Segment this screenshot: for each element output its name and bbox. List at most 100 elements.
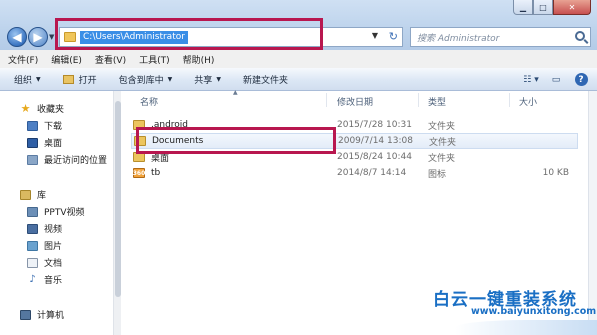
- navigation-scrollbar[interactable]: [113, 91, 121, 335]
- file-size: 10 KB: [542, 168, 569, 178]
- column-name-header[interactable]: 名称: [140, 95, 158, 108]
- refresh-icon[interactable]: ↻: [389, 30, 398, 43]
- file-row-documents[interactable]: Documents 2009/7/14 13:08 文件夹: [131, 133, 578, 149]
- column-separator[interactable]: [418, 93, 419, 107]
- organize-label: 组织: [14, 75, 33, 86]
- new-folder-label: 新建文件夹: [242, 75, 288, 86]
- nav-desktop[interactable]: 桌面: [27, 136, 62, 149]
- recent-places-icon: [27, 154, 38, 165]
- watermark-url: www.baiyunxitong.com: [471, 306, 597, 317]
- nav-videos[interactable]: 视频: [27, 222, 62, 235]
- column-size-header[interactable]: 大小: [519, 95, 537, 108]
- command-bar: 组织 ▼ 打开 包含到库中 ▼ 共享 ▼ 新建文件夹 ☷ ▾ ▭ ?: [0, 68, 597, 91]
- menu-view[interactable]: 查看(V): [95, 53, 126, 66]
- search-placeholder[interactable]: 搜索 Administrator: [417, 31, 499, 44]
- computer-icon: [20, 309, 31, 320]
- column-separator[interactable]: [326, 93, 327, 107]
- nav-pptv[interactable]: PPTV视频: [27, 205, 85, 218]
- nav-label: 文档: [44, 259, 63, 269]
- search-box[interactable]: 搜索 Administrator: [410, 27, 591, 47]
- nav-music[interactable]: ♪ 音乐: [27, 273, 62, 286]
- organize-button[interactable]: 组织 ▼: [14, 73, 41, 86]
- file-type: 文件夹: [428, 153, 456, 164]
- title-bar: ▁ □ ✕ ◀ ▶ ▼ C:\Users\Administrator ▼ ↻ 搜…: [0, 0, 597, 50]
- icon-file-icon: 360: [132, 168, 146, 178]
- forward-arrow-icon: ▶: [33, 30, 43, 44]
- file-row[interactable]: 桌面 2015/8/24 10:44 文件夹: [131, 149, 578, 165]
- menu-edit[interactable]: 编辑(E): [51, 53, 82, 66]
- nav-label: PPTV视频: [44, 208, 85, 218]
- folder-icon: [134, 136, 146, 146]
- chevron-down-icon: ▼: [167, 75, 173, 83]
- open-button[interactable]: 打开: [62, 73, 97, 86]
- back-button[interactable]: ◀: [7, 27, 27, 47]
- help-button[interactable]: ?: [573, 72, 589, 87]
- include-in-library-button[interactable]: 包含到库中 ▼: [119, 73, 173, 86]
- desktop-icon: [27, 137, 38, 148]
- music-icon: ♪: [29, 274, 36, 285]
- forward-button[interactable]: ▶: [28, 27, 48, 47]
- file-row[interactable]: 360 tb 2014/8/7 14:14 图标 10 KB: [131, 165, 578, 181]
- share-button[interactable]: 共享 ▼: [194, 73, 221, 86]
- chevron-down-icon: ▼: [216, 75, 221, 83]
- navigation-pane: ★ 收藏夹 下载 桌面 最近访问的位置 库 PPTV视频 视频 图片 文档 ♪ 音乐…: [0, 91, 115, 335]
- back-arrow-icon: ◀: [12, 30, 22, 44]
- nav-downloads[interactable]: 下载: [27, 119, 62, 132]
- file-type: 文件夹: [429, 137, 457, 148]
- nav-label: 计算机: [37, 311, 65, 321]
- library-icon: [20, 189, 31, 200]
- folder-icon: [133, 152, 145, 162]
- column-separator[interactable]: [509, 93, 510, 107]
- view-options-icon[interactable]: ☷ ▾: [523, 72, 539, 87]
- minimize-icon: ▁: [519, 2, 527, 12]
- maximize-icon: □: [539, 2, 547, 12]
- recent-pages-dropdown[interactable]: ▼: [49, 33, 54, 41]
- nav-label: 图片: [44, 242, 63, 252]
- help-icon: ?: [574, 73, 588, 86]
- nav-documents[interactable]: 文档: [27, 256, 62, 269]
- nav-label: 下载: [44, 122, 63, 132]
- new-folder-button[interactable]: 新建文件夹: [243, 73, 288, 86]
- file-row[interactable]: .android 2015/7/28 10:31 文件夹: [131, 117, 578, 133]
- file-list-scrollbar[interactable]: [588, 91, 597, 335]
- search-icon[interactable]: [575, 31, 585, 41]
- video-icon: [27, 223, 38, 234]
- close-icon: ✕: [568, 2, 576, 12]
- menu-file[interactable]: 文件(F): [8, 53, 38, 66]
- file-modified: 2015/7/28 10:31: [337, 120, 412, 130]
- menu-tools[interactable]: 工具(T): [139, 53, 170, 66]
- chevron-down-icon: ▼: [36, 75, 41, 83]
- nav-libraries[interactable]: 库: [20, 188, 46, 201]
- address-path[interactable]: C:\Users\Administrator: [80, 30, 188, 44]
- minimize-button[interactable]: ▁: [513, 0, 533, 15]
- video-library-icon: [27, 206, 38, 217]
- column-modified-header[interactable]: 修改日期: [337, 95, 373, 108]
- preview-pane-icon[interactable]: ▭: [548, 72, 564, 87]
- open-folder-icon: [62, 74, 74, 84]
- menu-help[interactable]: 帮助(H): [183, 53, 215, 66]
- file-type: 图标: [428, 169, 447, 180]
- picture-icon: [27, 240, 38, 251]
- folder-icon: [133, 120, 145, 130]
- download-folder-icon: [27, 120, 38, 131]
- sort-caret-icon: ▲: [233, 89, 238, 96]
- address-bar[interactable]: C:\Users\Administrator ▼ ↻: [59, 27, 403, 47]
- address-dropdown-icon[interactable]: ▼: [372, 31, 378, 40]
- file-modified: 2014/8/7 14:14: [337, 168, 407, 178]
- watermark-swoosh: [455, 320, 597, 335]
- file-name: Documents: [152, 136, 204, 146]
- nav-label: 桌面: [44, 139, 63, 149]
- file-name: 桌面: [151, 153, 170, 164]
- nav-computer[interactable]: 计算机: [20, 308, 64, 321]
- column-type-header[interactable]: 类型: [428, 95, 446, 108]
- folder-icon: [64, 32, 76, 42]
- include-library-label: 包含到库中: [118, 75, 164, 86]
- window-controls: ▁ □ ✕: [513, 0, 591, 15]
- nav-favorites[interactable]: ★ 收藏夹: [20, 102, 64, 115]
- nav-pictures[interactable]: 图片: [27, 239, 62, 252]
- close-button[interactable]: ✕: [553, 0, 591, 15]
- nav-label: 音乐: [44, 276, 63, 286]
- maximize-button[interactable]: □: [533, 0, 553, 15]
- nav-recent-places[interactable]: 最近访问的位置: [27, 153, 107, 166]
- share-label: 共享: [194, 75, 213, 86]
